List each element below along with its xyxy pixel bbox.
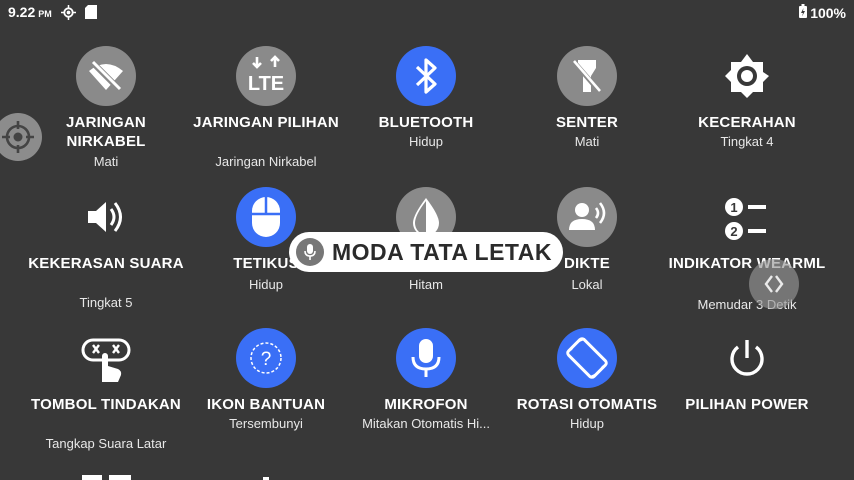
tile-status: Tingkat 5 [79, 295, 133, 310]
tile-wearml-indicator[interactable]: 1 2 INDIKATOR WEARML Memudar 3 Detik [667, 187, 827, 327]
tile-label: JARINGAN NIRKABEL [66, 114, 146, 150]
tile-label: KECERAHAN [698, 114, 796, 131]
tile-status: Tersembunyi [229, 416, 303, 431]
tile-status: Mati [574, 134, 600, 149]
tile-status: Lokal [571, 277, 603, 292]
status-time-value: 9.22 [8, 4, 36, 20]
flashlight-off-icon [557, 46, 617, 106]
tile-label: ROTASI OTOMATIS [516, 396, 658, 413]
layout-mode-toast: MODA TATA LETAK [289, 232, 563, 272]
battery-percent: 100% [810, 4, 846, 21]
tile-label: PILIHAN POWER [685, 396, 809, 413]
tile-help-icons[interactable]: ? IKON BANTUAN Tersembunyi [186, 328, 346, 468]
tile-label: BLUETOOTH [378, 114, 474, 131]
tile-status: Mati [93, 154, 119, 169]
tile-status: Jaringan Nirkabel [215, 154, 317, 169]
tile-status: Mitakan Otomatis Hi... [362, 416, 490, 431]
numbered-list-icon: 1 2 [717, 187, 777, 247]
action-button-icon [76, 328, 136, 388]
partial-row-icon [82, 475, 102, 480]
location-target-icon [61, 5, 76, 25]
volume-icon [76, 187, 136, 247]
tile-status: Tingkat 4 [720, 134, 774, 149]
dictation-icon [557, 187, 617, 247]
sd-card-icon [85, 5, 97, 24]
tile-bluetooth[interactable]: BLUETOOTH Hidup [346, 46, 506, 186]
layout-target-button[interactable] [0, 113, 42, 161]
tile-microphone[interactable]: MIKROFON Mitakan Otomatis Hi... [346, 328, 506, 468]
tile-label: MIKROFON [384, 396, 468, 413]
status-bar: 9.22 PM 100% [0, 0, 854, 24]
help-icon: ? [236, 328, 296, 388]
lte-icon: LTE [236, 46, 296, 106]
tile-status: Memudar 3 Detik [697, 297, 797, 312]
tile-status: Hitam [409, 277, 443, 292]
bluetooth-icon [396, 46, 456, 106]
microphone-icon [396, 328, 456, 388]
toast-text: MODA TATA LETAK [332, 238, 552, 265]
tile-status: Hidup [249, 277, 283, 292]
tile-power-options[interactable]: PILIHAN POWER [667, 328, 827, 468]
tile-status: Hidup [409, 134, 443, 149]
rotate-icon [557, 328, 617, 388]
svg-text:2: 2 [730, 224, 737, 239]
tile-label: KEKERASAN SUARA [28, 255, 184, 272]
crosshair-icon [2, 121, 34, 153]
status-ampm: PM [38, 9, 52, 19]
tile-label: IKON BANTUAN [206, 396, 326, 413]
mic-icon [296, 238, 324, 266]
layout-nav-button[interactable] [749, 259, 799, 309]
tile-brightness[interactable]: KECERAHAN Tingkat 4 [667, 46, 827, 186]
svg-text:1: 1 [730, 200, 737, 215]
chevron-right-icon [764, 275, 784, 293]
battery-indicator: 100% [799, 4, 846, 21]
tile-wifi[interactable]: JARINGAN NIRKABEL Mati [26, 46, 186, 186]
svg-text:?: ? [261, 349, 272, 370]
partial-row-icon [109, 475, 131, 480]
svg-text:LTE: LTE [248, 73, 284, 95]
tile-mobile-data[interactable]: LTE JARINGAN PILIHAN Jaringan Nirkabel [186, 46, 346, 186]
power-icon [717, 328, 777, 388]
tile-auto-rotate[interactable]: ROTASI OTOMATIS Hidup [507, 328, 667, 468]
tile-status: Tangkap Suara Latar [45, 436, 167, 451]
tile-label: SENTER [555, 114, 619, 131]
tile-label: JARINGAN PILIHAN [193, 114, 339, 131]
brightness-icon [717, 46, 777, 106]
tile-volume[interactable]: KEKERASAN SUARA Tingkat 5 [26, 187, 186, 327]
mouse-icon [236, 187, 296, 247]
tile-flashlight[interactable]: SENTER Mati [507, 46, 667, 186]
tile-status: Hidup [570, 416, 604, 431]
status-time: 9.22 PM [8, 4, 52, 20]
battery-icon [799, 4, 808, 21]
tile-label: INDIKATOR WEARML [668, 255, 826, 272]
wifi-off-icon [76, 46, 136, 106]
tile-action-button[interactable]: TOMBOL TINDAKAN Tangkap Suara Latar [26, 328, 186, 468]
tile-label: TOMBOL TINDAKAN [31, 396, 181, 413]
